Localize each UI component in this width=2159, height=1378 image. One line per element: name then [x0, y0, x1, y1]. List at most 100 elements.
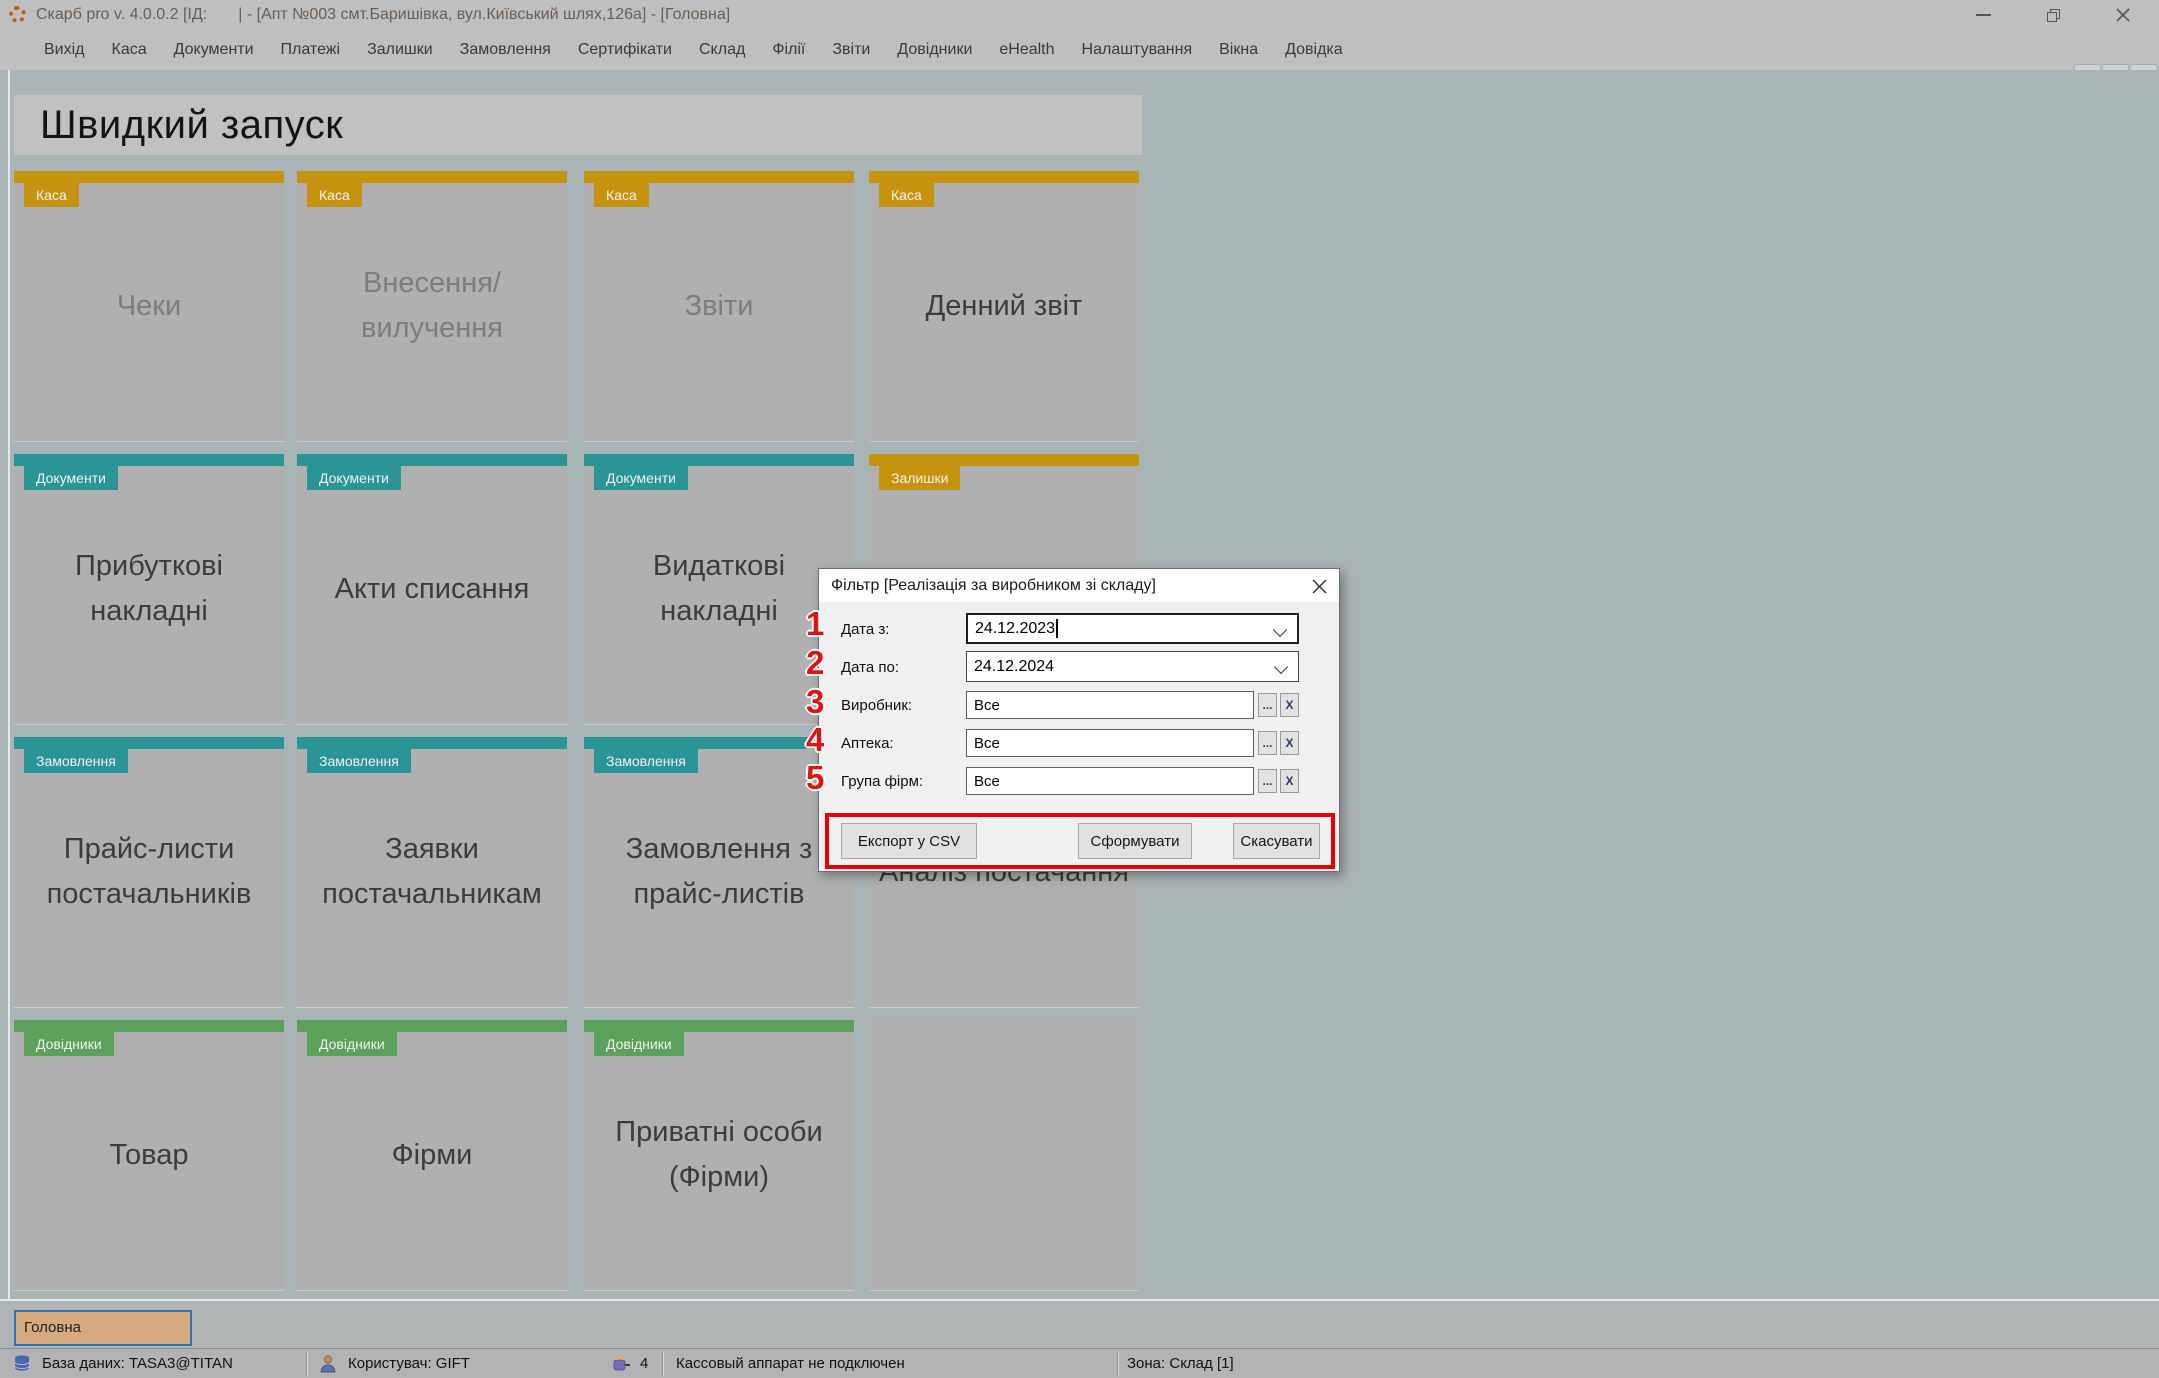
- tile-label: Чеки: [116, 289, 182, 322]
- filter-dialog: Фільтр [Реалізація за виробником зі скла…: [818, 568, 1340, 872]
- menu-dovidnyky[interactable]: Довідники: [897, 41, 972, 59]
- menu-zvity[interactable]: Звіти: [832, 41, 870, 59]
- annotation-number-1: 1: [806, 605, 825, 642]
- window-minimize-button[interactable]: [1968, 2, 1998, 28]
- menu-items: Вихід Каса Документи Платежі Залишки Зам…: [44, 30, 1343, 70]
- tile-label: Прибуткові накладні: [75, 550, 223, 627]
- tile-price-lists-postachalnykiv[interactable]: Замовлення Прайс-листи постачальників: [14, 737, 284, 1007]
- tile-label: Денний звіт: [925, 289, 1083, 322]
- tile-label: Фірми: [391, 1138, 473, 1171]
- tile-zvity[interactable]: Каса Звіти: [584, 171, 854, 441]
- text-caret: [1056, 619, 1058, 638]
- app-logo-icon: [9, 6, 26, 23]
- menu-platezhi[interactable]: Платежі: [281, 41, 341, 59]
- tile-label: Заявки постачальникам: [322, 833, 542, 910]
- tile-zaiavky-postachalnykam[interactable]: Замовлення Заявки постачальникам: [297, 737, 567, 1007]
- window-restore-button[interactable]: [2038, 2, 2068, 28]
- generate-button[interactable]: Сформувати: [1078, 823, 1192, 859]
- status-separator: [662, 1352, 663, 1376]
- bottom-tab-strip: [0, 1301, 2159, 1348]
- tile-empty-slot: [869, 1020, 1139, 1290]
- tile-pryvatni-osoby-firmy[interactable]: Довідники Приватні особи (Фірми): [584, 1020, 854, 1290]
- page-title: Швидкий запуск: [40, 102, 344, 147]
- menu-zalyshky[interactable]: Залишки: [367, 41, 433, 59]
- status-separator: [306, 1352, 307, 1376]
- tile-label: Акти списання: [334, 572, 530, 605]
- tile-label: Приватні особи (Фірми): [615, 1116, 823, 1193]
- tile-cheky[interactable]: Каса Чеки: [14, 171, 284, 441]
- annotation-number-3: 3: [806, 683, 825, 720]
- firm-group-field[interactable]: Все: [966, 767, 1254, 795]
- manufacturer-value: Все: [974, 696, 1000, 714]
- menu-nalashtuvannia[interactable]: Налаштування: [1082, 41, 1193, 59]
- firm-group-browse-button[interactable]: ...: [1258, 769, 1277, 793]
- menu-sklad[interactable]: Склад: [699, 41, 745, 59]
- tile-firmy[interactable]: Довідники Фірми: [297, 1020, 567, 1290]
- tile-vnesennia-vyluchennia[interactable]: Каса Внесення/вилучення: [297, 171, 567, 441]
- pharmacy-clear-button[interactable]: X: [1280, 731, 1299, 755]
- pharmacy-label: Аптека:: [841, 735, 894, 752]
- menu-vykhid[interactable]: Вихід: [44, 41, 85, 59]
- manufacturer-browse-button[interactable]: ...: [1258, 693, 1277, 717]
- user-icon: [320, 1355, 336, 1373]
- status-zone: Зона: Склад [1]: [1127, 1355, 1234, 1372]
- annotation-number-4: 4: [806, 721, 825, 758]
- tile-prybutkovi-nakladni[interactable]: Документи Прибуткові накладні: [14, 454, 284, 724]
- tile-dennyi-zvit[interactable]: Каса Денний звіт: [869, 171, 1139, 441]
- pharmacy-value: Все: [974, 734, 1000, 752]
- pharmacy-field[interactable]: Все: [966, 729, 1254, 757]
- date-from-value: 24.12.2023: [975, 615, 1058, 642]
- chevron-down-icon[interactable]: [1272, 622, 1288, 638]
- tile-akty-spysannia[interactable]: Документи Акти списання: [297, 454, 567, 724]
- dialog-titlebar: Фільтр [Реалізація за виробником зі скла…: [819, 569, 1339, 602]
- window-close-button[interactable]: [2108, 2, 2138, 28]
- tile-label: Внесення/вилучення: [361, 267, 503, 344]
- minimize-icon: [1975, 14, 1991, 16]
- menu-dovidka[interactable]: Довідка: [1285, 41, 1343, 59]
- menu-dokumenty[interactable]: Документи: [174, 41, 254, 59]
- quick-launch-header: Швидкий запуск: [14, 95, 1142, 155]
- tile-label: Звіти: [684, 289, 754, 322]
- menu-kasa[interactable]: Каса: [112, 41, 147, 59]
- status-user: Користувач: GIFT: [348, 1355, 470, 1372]
- firm-group-value: Все: [974, 772, 1000, 790]
- window-title: Скарб pro v. 4.0.0.2 [ІД: | - [Апт №003 …: [36, 6, 731, 23]
- status-separator: [1117, 1352, 1118, 1376]
- close-icon: [2116, 8, 2130, 22]
- tile-label: Товар: [109, 1138, 189, 1171]
- restore-icon: [2046, 8, 2060, 22]
- application-window: Скарб pro v. 4.0.0.2 [ІД: | - [Апт №003 …: [0, 0, 2159, 1378]
- menu-bar: Вихід Каса Документи Платежі Залишки Зам…: [0, 30, 2159, 94]
- export-csv-button[interactable]: Експорт у CSV: [841, 823, 977, 859]
- firm-group-clear-button[interactable]: X: [1280, 769, 1299, 793]
- tile-tovar[interactable]: Довідники Товар: [14, 1020, 284, 1290]
- pharmacy-browse-button[interactable]: ...: [1258, 731, 1277, 755]
- menu-ehealth[interactable]: eHealth: [999, 41, 1054, 59]
- dialog-title: Фільтр [Реалізація за виробником зі скла…: [831, 577, 1156, 594]
- date-from-label: Дата з:: [841, 621, 890, 638]
- manufacturer-label: Виробник:: [841, 697, 913, 714]
- date-to-label: Дата по:: [841, 659, 900, 676]
- menu-zamovlennia[interactable]: Замовлення: [460, 41, 551, 59]
- status-database: База даних: TASA3@TITAN: [42, 1355, 233, 1372]
- annotation-number-2: 2: [806, 644, 825, 681]
- dialog-close-button[interactable]: [1309, 576, 1329, 596]
- tile-label: Прайс-листи постачальників: [46, 833, 252, 910]
- chevron-down-icon[interactable]: [1273, 659, 1289, 675]
- mdi-left-border: [8, 70, 10, 1300]
- date-to-value: 24.12.2024: [974, 657, 1055, 675]
- date-from-combobox[interactable]: 24.12.2023: [966, 613, 1299, 644]
- menu-vikna[interactable]: Вікна: [1219, 41, 1258, 59]
- menu-filii[interactable]: Філії: [772, 41, 805, 59]
- manufacturer-clear-button[interactable]: X: [1280, 693, 1299, 717]
- status-device-count: 4: [640, 1355, 649, 1372]
- status-bar: База даних: TASA3@TITAN Користувач: GIFT…: [0, 1348, 2159, 1378]
- plug-icon: [613, 1356, 630, 1371]
- manufacturer-field[interactable]: Все: [966, 691, 1254, 719]
- annotation-number-5: 5: [806, 759, 825, 796]
- window-titlebar: Скарб pro v. 4.0.0.2 [ІД: | - [Апт №003 …: [0, 0, 2159, 30]
- date-to-combobox[interactable]: 24.12.2024: [966, 651, 1299, 682]
- tab-holovna[interactable]: Головна: [14, 1310, 192, 1346]
- menu-sertyfikaty[interactable]: Сертифікати: [578, 41, 672, 59]
- cancel-button[interactable]: Скасувати: [1233, 823, 1320, 859]
